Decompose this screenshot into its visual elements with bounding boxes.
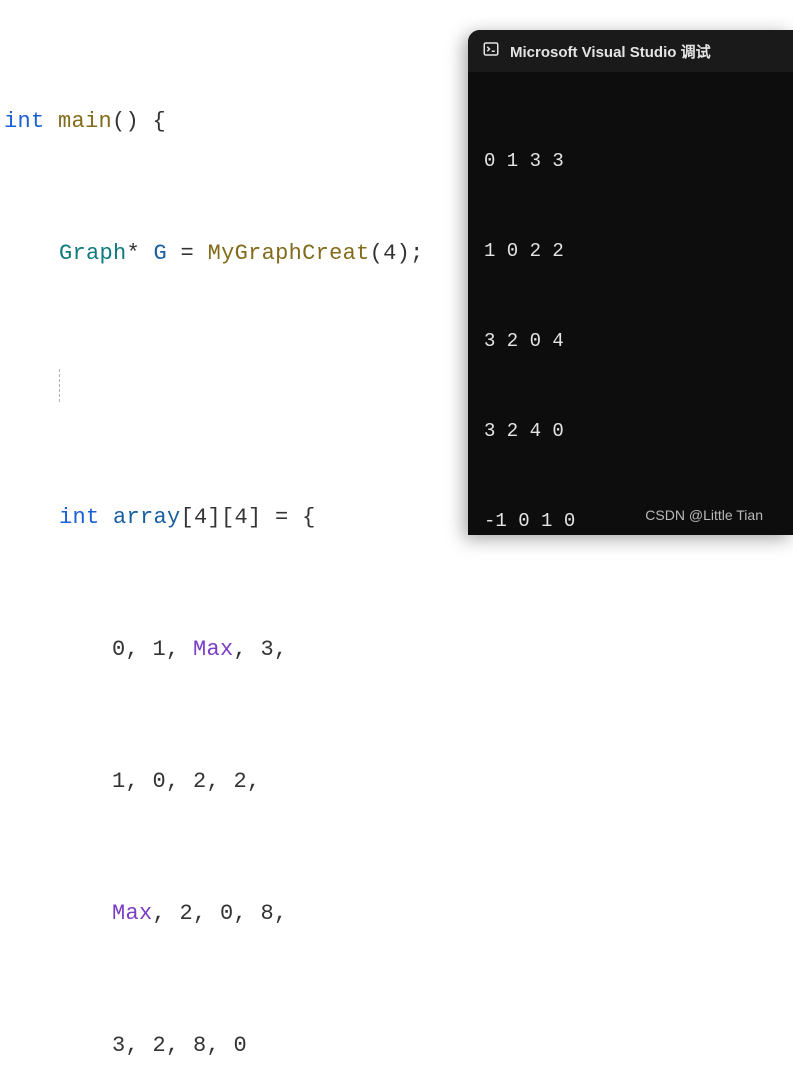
output-row: 3 2 4 0 xyxy=(484,416,777,446)
code-line: 3, 2, 8, 0 xyxy=(4,1029,793,1062)
terminal-icon xyxy=(482,40,500,62)
output-row: 3 2 0 4 xyxy=(484,326,777,356)
var-G: G xyxy=(154,241,168,266)
watermark: CSDN @Little Tian xyxy=(645,507,763,523)
debug-console-window[interactable]: Microsoft Visual Studio 调试 0 1 3 3 1 0 2… xyxy=(468,30,793,535)
keyword: int xyxy=(4,109,45,134)
output-row: 1 0 2 2 xyxy=(484,236,777,266)
console-title: Microsoft Visual Studio 调试 xyxy=(510,41,711,62)
console-output: 0 1 3 3 1 0 2 2 3 2 0 4 3 2 4 0 -1 0 1 0… xyxy=(468,72,793,535)
fn-main: main xyxy=(58,109,112,134)
code-line: 1, 0, 2, 2, xyxy=(4,765,793,798)
macro-max: Max xyxy=(193,637,234,662)
code-line: Max, 2, 0, 8, xyxy=(4,897,793,930)
console-titlebar[interactable]: Microsoft Visual Studio 调试 xyxy=(468,30,793,72)
var-array: array xyxy=(113,505,181,530)
output-row: 0 1 3 3 xyxy=(484,146,777,176)
macro-max: Max xyxy=(112,901,153,926)
code-line: 0, 1, Max, 3, xyxy=(4,633,793,666)
type: Graph xyxy=(59,241,127,266)
fn-creat: MyGraphCreat xyxy=(208,241,370,266)
